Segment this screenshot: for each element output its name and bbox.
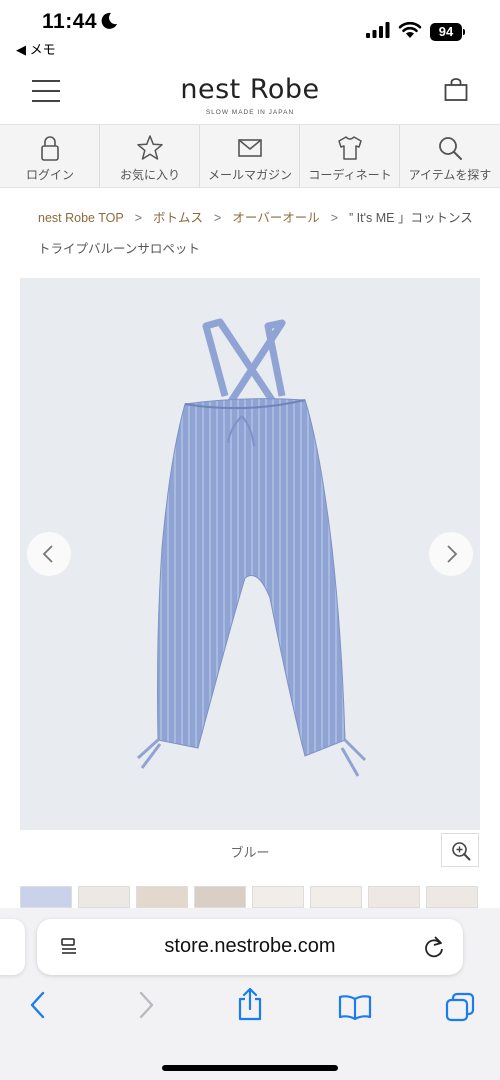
- breadcrumb-separator: >: [330, 211, 339, 225]
- thumbnail[interactable]: [78, 886, 130, 908]
- thumbnail[interactable]: [368, 886, 420, 908]
- color-caption: ブルー: [230, 845, 270, 860]
- breadcrumb-link-bottoms[interactable]: ボトムス: [153, 211, 203, 225]
- star-icon: [137, 135, 163, 160]
- address-bar[interactable]: store.nestrobe.com: [37, 919, 463, 975]
- browser-toolbar: store.nestrobe.com: [0, 908, 500, 1080]
- nav-search-items[interactable]: アイテムを探す: [400, 125, 500, 188]
- breadcrumb: nest Robe TOP > ボトムス > オーバーオール >” It's ME 」コッ…: [38, 203, 478, 265]
- thumbnail[interactable]: [194, 886, 246, 908]
- thumbnail[interactable]: [426, 886, 478, 908]
- next-image-button[interactable]: [429, 532, 473, 576]
- thumbnail[interactable]: [136, 886, 188, 908]
- forward-icon[interactable]: [136, 990, 156, 1020]
- thumbnail-strip: [20, 886, 500, 908]
- nav-label: コーディネート: [308, 168, 392, 182]
- breadcrumb-link-overalls[interactable]: オーバーオール: [232, 211, 319, 225]
- site-logo[interactable]: nest Robe: [0, 74, 500, 105]
- home-indicator: [162, 1065, 338, 1071]
- breadcrumb-link-top[interactable]: nest Robe TOP: [38, 211, 124, 225]
- site-tagline: SLOW MADE IN JAPAN: [205, 109, 295, 116]
- nav-label: ログイン: [25, 168, 74, 182]
- back-to-app-link[interactable]: ◀ メモ: [16, 39, 56, 58]
- nav-coordinate[interactable]: コーディネート: [300, 125, 400, 188]
- back-icon[interactable]: [28, 990, 48, 1020]
- product-photo: [136, 318, 367, 777]
- lock-icon: [41, 136, 59, 161]
- status-bar: 11:44 ◀ メモ 94: [0, 0, 500, 60]
- zoom-button[interactable]: [441, 833, 479, 867]
- site-header: nest Robe SLOW MADE IN JAPAN: [0, 60, 500, 125]
- wifi-icon: [398, 21, 422, 38]
- thumbnail[interactable]: [252, 886, 304, 908]
- battery-indicator: 94: [430, 23, 462, 41]
- nav-login[interactable]: ログイン: [0, 125, 100, 188]
- shopping-bag-icon[interactable]: [444, 78, 468, 102]
- reload-icon[interactable]: [423, 935, 445, 959]
- status-time: 11:44: [42, 10, 98, 33]
- search-icon: [439, 137, 462, 160]
- nav-label: アイテムを探す: [408, 168, 492, 182]
- tabs-icon[interactable]: [444, 992, 476, 1022]
- nav-label: メールマガジン: [207, 168, 292, 182]
- mail-icon: [238, 139, 262, 157]
- cellular-signal-icon: [366, 22, 390, 38]
- nav-newsletter[interactable]: メールマガジン: [200, 125, 300, 188]
- shirt-icon: [338, 136, 362, 160]
- nav-favorites[interactable]: お気に入り: [100, 125, 200, 188]
- battery-tip: [463, 29, 465, 35]
- thumbnail[interactable]: [20, 886, 72, 908]
- chevron-left-icon: [42, 545, 53, 563]
- nav-label: お気に入り: [119, 168, 180, 182]
- moon-icon: [101, 12, 117, 29]
- bookmarks-icon[interactable]: [338, 994, 372, 1020]
- previous-tab-preview[interactable]: [0, 919, 25, 975]
- breadcrumb-separator: >: [134, 211, 143, 225]
- icon-navigation: ログイン お気に入り メールマガジン コーディネート アイテムを探す: [0, 125, 500, 188]
- prev-image-button[interactable]: [27, 532, 71, 576]
- thumbnail[interactable]: [310, 886, 362, 908]
- breadcrumb-separator: >: [214, 211, 222, 225]
- share-icon[interactable]: [236, 986, 264, 1022]
- chevron-right-icon: [447, 545, 458, 563]
- product-image[interactable]: [20, 278, 480, 830]
- zoom-in-icon: [452, 842, 471, 861]
- url-text: store.nestrobe.com: [164, 935, 336, 957]
